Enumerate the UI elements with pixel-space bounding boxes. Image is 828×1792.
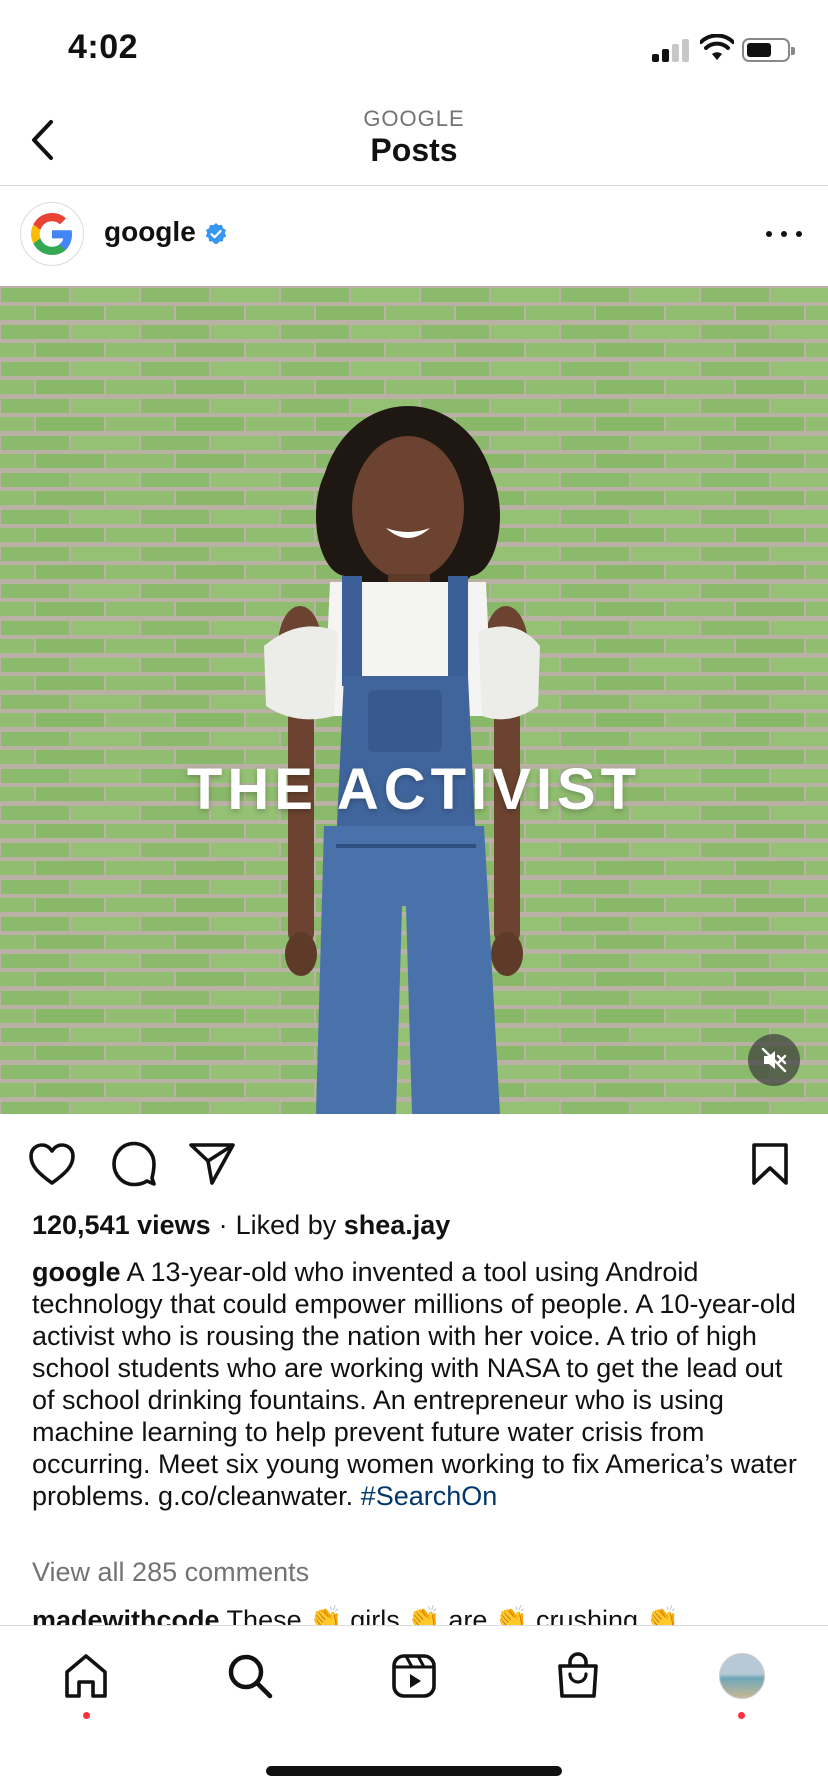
shop-bag-icon	[558, 1652, 598, 1698]
profile-notification-dot	[738, 1712, 745, 1719]
status-bar: 4:02	[0, 0, 828, 100]
liked-by-prefix: Liked by	[235, 1210, 337, 1240]
account-label: GOOGLE	[363, 106, 465, 131]
stats-separator: ·	[218, 1210, 228, 1240]
view-count[interactable]: 120,541 views	[32, 1210, 211, 1240]
heart-icon	[29, 1143, 75, 1185]
mute-toggle-button[interactable]	[748, 1034, 800, 1086]
post-stats: 120,541 views · Liked by shea.jay	[32, 1210, 450, 1241]
post-username[interactable]: google	[104, 216, 196, 248]
cellular-signal-icon	[652, 38, 692, 62]
bottom-tab-bar	[0, 1625, 828, 1792]
google-logo-icon	[31, 213, 72, 255]
more-options-button[interactable]	[766, 220, 802, 248]
comment-button[interactable]	[108, 1138, 160, 1190]
share-button[interactable]	[186, 1138, 238, 1190]
tab-shop[interactable]	[550, 1648, 606, 1704]
post-header: google	[0, 186, 828, 286]
like-button[interactable]	[26, 1138, 78, 1190]
verified-badge-icon	[205, 223, 227, 244]
muted-speaker-icon	[761, 1047, 787, 1073]
save-button[interactable]	[744, 1138, 796, 1190]
tab-search[interactable]	[222, 1648, 278, 1704]
top-header: GOOGLE Posts	[0, 100, 828, 186]
home-indicator[interactable]	[266, 1766, 562, 1776]
caption-hashtag[interactable]: #SearchOn	[361, 1481, 498, 1511]
caption-username[interactable]: google	[32, 1257, 121, 1287]
bookmark-icon	[752, 1143, 788, 1185]
more-horizontal-icon	[766, 231, 772, 237]
home-notification-dot	[83, 1712, 90, 1719]
send-plane-icon	[189, 1143, 235, 1185]
post-media-video[interactable]: THE ACTIVIST	[0, 286, 828, 1114]
post-actions-bar	[0, 1114, 828, 1210]
tab-profile[interactable]	[714, 1648, 770, 1704]
post-caption: google A 13-year-old who invented a tool…	[32, 1256, 802, 1512]
battery-icon	[742, 38, 795, 62]
avatar[interactable]	[20, 202, 84, 266]
status-time: 4:02	[68, 28, 139, 66]
tab-home[interactable]	[58, 1648, 114, 1704]
video-overlay-title: THE ACTIVIST	[186, 757, 642, 822]
search-icon	[228, 1654, 273, 1699]
caption-text: A 13-year-old who invented a tool using …	[32, 1257, 797, 1511]
girl-portrait-image	[264, 406, 540, 1114]
page-title: Posts	[370, 132, 458, 168]
view-all-comments-link[interactable]: View all 285 comments	[32, 1557, 309, 1588]
profile-avatar	[719, 1653, 765, 1699]
comment-bubble-icon	[112, 1141, 156, 1187]
home-icon	[65, 1654, 107, 1698]
liked-by-user[interactable]: shea.jay	[344, 1210, 451, 1240]
reels-icon	[392, 1654, 436, 1698]
wifi-icon	[700, 34, 734, 60]
tab-reels[interactable]	[386, 1648, 442, 1704]
